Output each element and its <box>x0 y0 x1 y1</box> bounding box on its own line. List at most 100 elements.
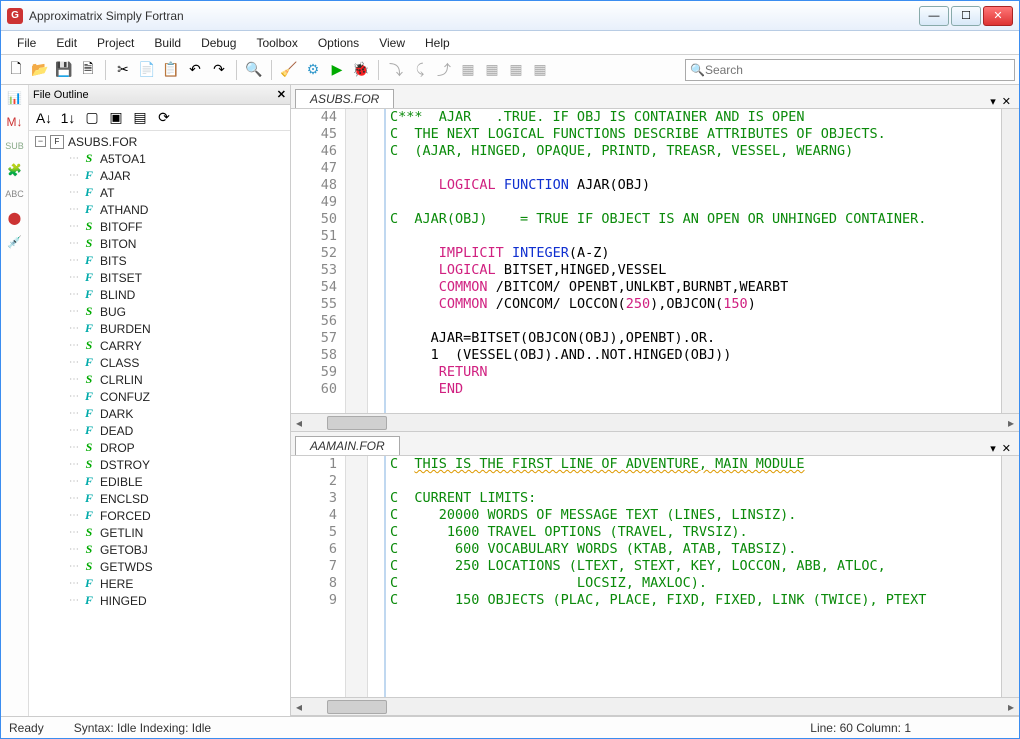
menu-help[interactable]: Help <box>417 34 458 52</box>
scroll-right-icon[interactable]: ▸ <box>1003 700 1019 714</box>
menu-view[interactable]: View <box>371 34 413 52</box>
close-tab-icon[interactable]: ✕ <box>1002 442 1011 455</box>
sort-alpha-icon[interactable]: A↓ <box>33 107 55 129</box>
tree-item[interactable]: ⋯SGETWDS <box>29 558 290 575</box>
search-icon[interactable]: 🔍 <box>243 59 265 81</box>
scroll-right-icon[interactable]: ▸ <box>1003 416 1019 430</box>
close-button[interactable]: ✕ <box>983 6 1013 26</box>
panel-icon[interactable]: 📊 <box>6 89 24 107</box>
horizontal-scrollbar-2[interactable]: ◂ ▸ <box>291 697 1019 715</box>
tb-icon[interactable]: ▦ <box>505 59 527 81</box>
new-file-icon[interactable]: 🗋 <box>5 59 27 81</box>
close-tab-icon[interactable]: ✕ <box>1002 95 1011 108</box>
tree-item[interactable]: ⋯FHERE <box>29 575 290 592</box>
paste-icon[interactable]: 📋 <box>160 59 182 81</box>
tree-item[interactable]: ⋯SBITOFF <box>29 218 290 235</box>
refresh-icon[interactable]: ⟳ <box>153 107 175 129</box>
open-file-icon[interactable]: 📂 <box>29 59 51 81</box>
menu-options[interactable]: Options <box>310 34 367 52</box>
copy-icon[interactable]: 📄 <box>136 59 158 81</box>
tool-icon[interactable]: ▢ <box>81 107 103 129</box>
dropdown-icon[interactable]: ▾ <box>990 442 996 455</box>
sort-icon[interactable]: M↓ <box>6 113 24 131</box>
run-icon[interactable]: ▶ <box>326 59 348 81</box>
tree-item[interactable]: ⋯FDARK <box>29 405 290 422</box>
menu-toolbox[interactable]: Toolbox <box>248 34 305 52</box>
search-input[interactable] <box>705 63 1010 77</box>
clean-icon[interactable]: 🧹 <box>278 59 300 81</box>
tree-item[interactable]: ⋯FATHAND <box>29 201 290 218</box>
debug-icon[interactable]: 🐞 <box>350 59 372 81</box>
tree-item[interactable]: ⋯FFORCED <box>29 507 290 524</box>
tree-item[interactable]: ⋯FHINGED <box>29 592 290 609</box>
scroll-left-icon[interactable]: ◂ <box>291 416 307 430</box>
save-icon[interactable]: 💾 <box>53 59 75 81</box>
scroll-thumb[interactable] <box>327 700 387 714</box>
code-lines[interactable]: C THIS IS THE FIRST LINE OF ADVENTURE, M… <box>386 456 1001 697</box>
code-editor-1[interactable]: 4445464748495051525354555657585960 C*** … <box>291 109 1019 413</box>
redo-icon[interactable]: ↷ <box>208 59 230 81</box>
puzzle-icon[interactable]: 🧩 <box>6 161 24 179</box>
tree-item[interactable]: ⋯FENCLSD <box>29 490 290 507</box>
tree-item[interactable]: ⋯FEDIBLE <box>29 473 290 490</box>
tb-icon[interactable]: ▦ <box>481 59 503 81</box>
fold-column[interactable] <box>346 456 368 697</box>
gear-icon[interactable]: ⚙ <box>302 59 324 81</box>
tree-item[interactable]: ⋯FCONFUZ <box>29 388 290 405</box>
tree-item[interactable]: ⋯FCLASS <box>29 354 290 371</box>
menu-project[interactable]: Project <box>89 34 142 52</box>
step-over-icon[interactable]: ⤵ <box>385 59 407 81</box>
dropper-icon[interactable]: 💉 <box>6 233 24 251</box>
horizontal-scrollbar-1[interactable]: ◂ ▸ <box>291 413 1019 431</box>
step-out-icon[interactable]: ⤴ <box>433 59 455 81</box>
save-all-icon[interactable]: 🗎 <box>77 59 99 81</box>
tree-item[interactable]: ⋯SBUG <box>29 303 290 320</box>
code-editor-2[interactable]: 123456789 C THIS IS THE FIRST LINE OF AD… <box>291 456 1019 697</box>
tab-asubs[interactable]: ASUBS.FOR <box>295 89 394 108</box>
sort-line-icon[interactable]: 1↓ <box>57 107 79 129</box>
tree-item[interactable]: ⋯FAT <box>29 184 290 201</box>
tab-aamain[interactable]: AAMAIN.FOR <box>295 436 400 455</box>
tree-item[interactable]: ⋯FDEAD <box>29 422 290 439</box>
tree-item[interactable]: ⋯SGETOBJ <box>29 541 290 558</box>
tree-item[interactable]: ⋯SBITON <box>29 235 290 252</box>
abc-icon[interactable]: ABC <box>6 185 24 203</box>
cut-icon[interactable]: ✂ <box>112 59 134 81</box>
minimize-button[interactable]: — <box>919 6 949 26</box>
tree-item[interactable]: ⋯FAJAR <box>29 167 290 184</box>
tree-item[interactable]: ⋯SGETLIN <box>29 524 290 541</box>
menu-edit[interactable]: Edit <box>48 34 85 52</box>
tree-item[interactable]: ⋯SDROP <box>29 439 290 456</box>
tool-icon[interactable]: ▣ <box>105 107 127 129</box>
maximize-button[interactable]: ☐ <box>951 6 981 26</box>
close-panel-icon[interactable]: ✕ <box>277 88 286 101</box>
outline-tree[interactable]: −FASUBS.FOR⋯SA5TOA1⋯FAJAR⋯FAT⋯FATHAND⋯SB… <box>29 131 290 716</box>
tree-item[interactable]: ⋯SCARRY <box>29 337 290 354</box>
menu-debug[interactable]: Debug <box>193 34 244 52</box>
vertical-scrollbar[interactable] <box>1001 456 1019 697</box>
tool-icon[interactable]: ▤ <box>129 107 151 129</box>
menu-build[interactable]: Build <box>146 34 189 52</box>
dropdown-icon[interactable]: ▾ <box>990 95 996 108</box>
step-into-icon[interactable]: ⤹ <box>409 59 431 81</box>
tree-item[interactable]: ⋯FBURDEN <box>29 320 290 337</box>
vertical-scrollbar[interactable] <box>1001 109 1019 413</box>
scroll-thumb[interactable] <box>327 416 387 430</box>
tree-item[interactable]: ⋯FBITS <box>29 252 290 269</box>
menu-file[interactable]: File <box>9 34 44 52</box>
fold-column[interactable] <box>346 109 368 413</box>
tree-item[interactable]: ⋯SDSTROY <box>29 456 290 473</box>
tree-file-label[interactable]: ASUBS.FOR <box>68 135 137 149</box>
search-box[interactable]: 🔍 <box>685 59 1015 81</box>
undo-icon[interactable]: ↶ <box>184 59 206 81</box>
tb-icon[interactable]: ▦ <box>457 59 479 81</box>
record-icon[interactable]: ⬤ <box>6 209 24 227</box>
scroll-left-icon[interactable]: ◂ <box>291 700 307 714</box>
tree-item[interactable]: ⋯FBLIND <box>29 286 290 303</box>
tree-item[interactable]: ⋯FBITSET <box>29 269 290 286</box>
code-lines[interactable]: C*** AJAR .TRUE. IF OBJ IS CONTAINER AND… <box>386 109 1001 413</box>
tree-item[interactable]: ⋯SCLRLIN <box>29 371 290 388</box>
expander-icon[interactable]: − <box>35 136 46 147</box>
tree-item[interactable]: ⋯SA5TOA1 <box>29 150 290 167</box>
tb-icon[interactable]: ▦ <box>529 59 551 81</box>
